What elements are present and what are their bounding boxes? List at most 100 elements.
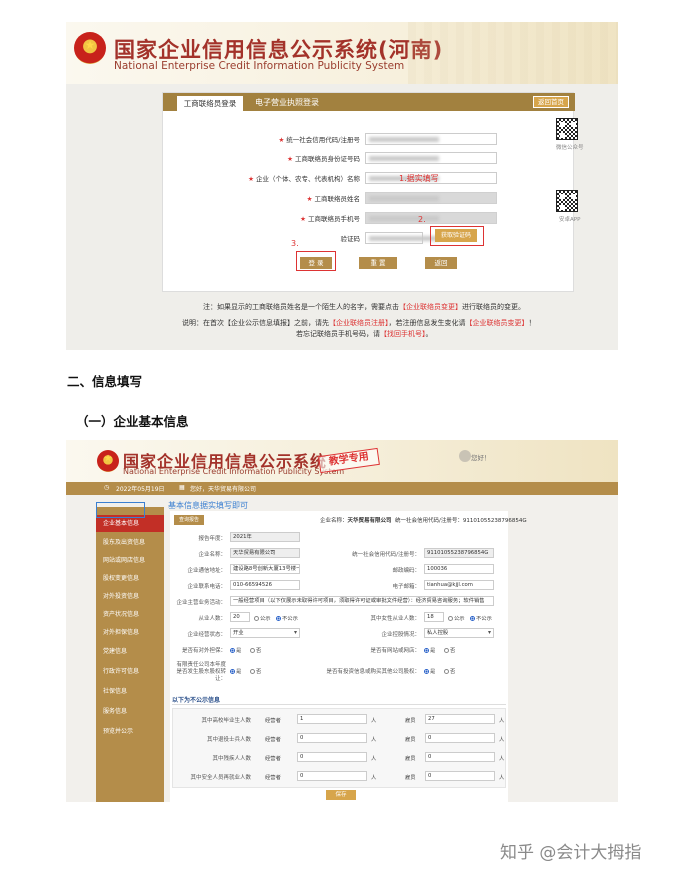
sidebar-item-assets[interactable]: 资产状况信息 xyxy=(96,606,164,623)
radio-invest-yes[interactable]: 是 xyxy=(424,667,435,675)
link-contact-change-2[interactable]: 【企业联络员变更】 xyxy=(466,319,529,327)
zip-input[interactable]: 100036 xyxy=(424,564,494,574)
save-button[interactable]: 保存 xyxy=(326,790,356,800)
query-report-button[interactable]: 查询报告 xyxy=(174,515,204,525)
phone-input[interactable]: 010-66594526 xyxy=(230,580,300,590)
sidebar-item-preview[interactable]: 预览并公示 xyxy=(96,723,164,740)
teaching-stamp: 教学专用 xyxy=(318,447,380,474)
field-label: 其中女性从业人数： xyxy=(370,616,420,622)
sidebar-item-social-security[interactable]: 社保信息 xyxy=(96,683,164,700)
radio-transfer-no[interactable]: 否 xyxy=(250,667,261,675)
employees-input[interactable]: 20 xyxy=(230,612,250,622)
holding-select[interactable]: 私人控股 xyxy=(424,628,494,638)
radio-guarantee-yes[interactable]: 是 xyxy=(230,646,241,654)
form-row-contact-name: ★ 工商联络员姓名 xyxy=(163,192,575,206)
table-row: 其中高校毕业生人数 经营者 1 人 雇员 27 人 xyxy=(201,714,505,724)
field-label: 企业名称： xyxy=(198,552,226,558)
basic-info-form: 查询报告 企业名称：天华贸易有限公司 统一社会信用代码/注册号：91101055… xyxy=(170,511,527,802)
field-label: 企业经营状态： xyxy=(187,632,226,638)
field-label: 邮政编码： xyxy=(392,568,420,574)
annotation-sidebar: 基本信息据实填写即可 xyxy=(168,501,248,510)
radio-not-public[interactable]: 不公示 xyxy=(276,614,298,622)
radio-website-yes[interactable]: 是 xyxy=(424,646,435,654)
login-button[interactable]: 登 录 xyxy=(300,257,332,269)
return-button[interactable]: 返回 xyxy=(425,257,457,269)
radio-transfer-yes[interactable]: 是 xyxy=(230,667,241,675)
annotation-fill: 1.据实填写 xyxy=(399,174,439,183)
graduates-owner-input[interactable]: 1 xyxy=(297,714,367,724)
status-select[interactable]: 开业 xyxy=(230,628,300,638)
avatar xyxy=(459,450,471,462)
sidebar-item-guarantee[interactable]: 对外担保信息 xyxy=(96,624,164,641)
field-label: 是否有投资信息或购买其他公司股权： xyxy=(326,669,420,675)
section-heading: 二、信息填写 xyxy=(67,374,143,389)
site-subtitle-2: National Enterprise Credit Information P… xyxy=(123,467,345,476)
annotation-step-3: 3. xyxy=(291,239,299,248)
sidebar-item-party[interactable]: 党建信息 xyxy=(96,643,164,660)
form-row-id-number: ★ 工商联络员身份证号码 xyxy=(163,152,575,166)
sidebar-item-investment[interactable]: 对外投资信息 xyxy=(96,588,164,605)
info-company: 您好，天华贸易有限公司 xyxy=(190,486,257,493)
back-home-button[interactable]: 返回首页 xyxy=(533,96,569,108)
veterans-owner-input[interactable]: 0 xyxy=(297,733,367,743)
field-label: 有限责任公司本年度是否发生股东股权转让： xyxy=(176,662,226,682)
banner-decoration xyxy=(408,22,618,84)
tab-contact-login[interactable]: 工商联络员登录 xyxy=(177,96,243,111)
tab-e-license-login[interactable]: 电子营业执照登录 xyxy=(255,96,319,109)
radio-website-no[interactable]: 否 xyxy=(444,646,455,654)
business-input[interactable]: 一般经营项目（以下仅展示未取得许可项目，须取得许可证或审批文件经营）：经济贸易咨… xyxy=(230,596,494,606)
zhihu-watermark: 知乎 @会计大拇指 xyxy=(500,843,642,863)
site-banner: ★ 国家企业信用信息公示系统(河南) National Enterprise C… xyxy=(66,22,618,84)
reset-button[interactable]: 重 置 xyxy=(359,257,397,269)
note-contact-change: 注：如果显示的工商联络员姓名是一个陌生人的名字，需要点击【企业联络员变更】进行联… xyxy=(203,303,525,311)
sidebar-item-service[interactable]: 服务信息 xyxy=(96,703,164,720)
basic-info-screenshot: ★ 国家企业信用信息公示系统 National Enterprise Credi… xyxy=(66,440,618,802)
veterans-employee-input[interactable]: 0 xyxy=(425,733,495,743)
company-icon: ▦ xyxy=(179,484,185,491)
site-subtitle: National Enterprise Credit Information P… xyxy=(114,60,405,72)
link-recover-phone[interactable]: 【找回手机号】 xyxy=(380,330,426,338)
form-row-contact-phone: ★ 工商联络员手机号 2. xyxy=(163,212,575,226)
reemployed-owner-input[interactable]: 0 xyxy=(297,771,367,781)
link-contact-register[interactable]: 【企业联络员注册】 xyxy=(329,319,389,327)
contact-phone-input[interactable] xyxy=(365,212,497,224)
sidebar-item-shareholders[interactable]: 股东及出资信息 xyxy=(96,534,164,551)
annotation-box-captcha xyxy=(430,226,484,246)
android-app-qr-icon xyxy=(556,190,578,212)
sidebar-menu: 企业基本信息 股东及出资信息 网站或网店信息 股权变更信息 对外投资信息 资产状… xyxy=(96,507,164,802)
link-contact-change[interactable]: 【企业联络员变更】 xyxy=(399,303,462,311)
disabled-owner-input[interactable]: 0 xyxy=(297,752,367,762)
user-greeting: 您好！ xyxy=(471,454,491,462)
field-label: 企业控股情况： xyxy=(381,632,420,638)
radio-not-public-2[interactable]: 不公示 xyxy=(470,614,492,622)
graduates-employee-input[interactable]: 27 xyxy=(425,714,495,724)
login-panel: 工商联络员登录 电子营业执照登录 返回首页 ★ 统一社会信用代码/注册号 ★ 工商联… xyxy=(162,92,575,292)
email-input[interactable]: tianhua@kjjl.com xyxy=(424,580,494,590)
radio-public[interactable]: 公示 xyxy=(254,614,271,622)
sidebar-item-equity-change[interactable]: 股权变更信息 xyxy=(96,570,164,587)
reemployed-employee-input[interactable]: 0 xyxy=(425,771,495,781)
disabled-employee-input[interactable]: 0 xyxy=(425,752,495,762)
id-number-input[interactable] xyxy=(365,152,497,164)
sidebar-item-permit[interactable]: 行政许可信息 xyxy=(96,663,164,680)
table-row: 其中退役士兵人数 经营者 0 人 雇员 0 人 xyxy=(206,733,505,743)
login-tab-bar: 工商联络员登录 电子营业执照登录 返回首页 xyxy=(163,93,575,111)
login-screenshot: ★ 国家企业信用信息公示系统(河南) National Enterprise C… xyxy=(66,22,618,350)
form-row-company-name: ★ 企业（个体、农专、代表机构）名称 1.据实填写 xyxy=(163,172,575,186)
female-employees-input[interactable]: 18 xyxy=(424,612,444,622)
radio-guarantee-no[interactable]: 否 xyxy=(250,646,261,654)
sidebar: 企业基本信息 股东及出资信息 网站或网店信息 股权变更信息 对外投资信息 资产状… xyxy=(66,495,164,802)
info-bar: ◷ 2022年05月19日 ▦ 您好，天华贸易有限公司 xyxy=(66,482,618,495)
contact-name-input[interactable] xyxy=(365,192,497,204)
captcha-input[interactable] xyxy=(365,232,423,244)
clock-icon: ◷ xyxy=(104,484,110,491)
credit-code-input[interactable] xyxy=(365,133,497,145)
company-header: 企业名称：天华贸易有限公司 统一社会信用代码/注册号：9110105523879… xyxy=(320,518,527,524)
sidebar-item-website[interactable]: 网站或网店信息 xyxy=(96,552,164,569)
field-label: ★ 企业（个体、农专、代表机构）名称 xyxy=(248,175,360,183)
report-year-field: 2021年 xyxy=(230,532,300,542)
table-row: 其中安全人员再就业人数 经营者 0 人 雇员 0 人 xyxy=(190,771,505,781)
radio-invest-no[interactable]: 否 xyxy=(444,667,455,675)
radio-public-2[interactable]: 公示 xyxy=(448,614,465,622)
address-input[interactable]: 建设路8号创新大厦13号楼一层 xyxy=(230,564,300,574)
